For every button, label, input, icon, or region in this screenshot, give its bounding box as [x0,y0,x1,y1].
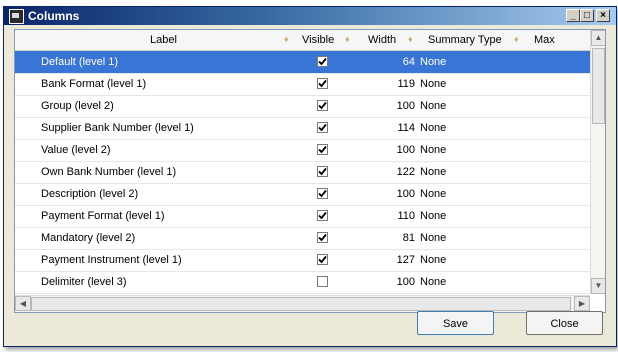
row-summary-type: None [420,144,447,156]
scroll-left-icon[interactable]: ◀ [15,296,31,311]
title-bar[interactable]: Columns _ □ × [4,7,616,25]
row-width: 100 [396,144,415,156]
row-width: 122 [396,166,415,178]
visible-checkbox[interactable] [317,188,328,199]
vertical-scrollbar[interactable]: ▲ ▼ [590,30,605,294]
table-row[interactable]: Supplier Bank Number (level 1) 114 None [15,117,590,140]
save-button[interactable]: Save [417,311,494,335]
app-icon [9,9,24,24]
table-row[interactable]: Value (level 2) 100 None [15,139,590,162]
visible-checkbox[interactable] [317,56,328,67]
column-header-width[interactable]: Width [368,30,396,50]
row-width: 100 [396,276,415,288]
visible-checkbox[interactable] [317,144,328,155]
table-row[interactable]: Payment Instrument (level 1) 127 None [15,249,590,272]
row-label: Bank Format (level 1) [41,78,147,90]
row-width: 114 [397,122,415,134]
row-summary-type: None [420,188,447,200]
row-width: 64 [402,56,415,68]
row-label: Group (level 2) [41,100,114,112]
column-header-summary-type[interactable]: Summary Type [428,30,502,50]
close-button[interactable]: Close [526,311,603,335]
row-label: Payment Instrument (level 1) [41,254,182,266]
column-header-label[interactable]: Label [150,30,177,50]
visible-checkbox[interactable] [317,210,328,221]
horizontal-scrollbar[interactable]: ◀ ▶ [15,295,590,312]
grid-header: Label ♦ Visible ♦ Width ♦ Summary Type ♦… [15,30,590,66]
visible-checkbox[interactable] [317,254,328,265]
row-width: 119 [397,78,415,90]
row-summary-type: None [420,122,447,134]
table-row[interactable]: Description (level 2) 100 None [15,183,590,206]
row-summary-type: None [420,210,447,222]
table-row[interactable]: Mandatory (level 2) 81 None [15,227,590,250]
row-label: Mandatory (level 2) [41,232,136,244]
close-window-button[interactable]: × [596,9,610,22]
columns-grid: Label ♦ Visible ♦ Width ♦ Summary Type ♦… [14,29,606,313]
maximize-button[interactable]: □ [580,9,594,22]
row-label: Default (level 1) [41,56,119,68]
row-label: Delimiter (level 3) [41,276,127,288]
column-header-visible[interactable]: Visible [302,30,334,50]
visible-checkbox[interactable] [317,276,328,287]
table-row[interactable]: Default (level 1) 64 None [15,51,590,74]
row-summary-type: None [420,166,447,178]
row-summary-type: None [420,100,447,112]
row-label: Payment Format (level 1) [41,210,165,222]
row-summary-type: None [420,276,447,288]
visible-checkbox[interactable] [317,100,328,111]
scroll-up-icon[interactable]: ▲ [591,30,605,46]
sort-icon[interactable]: ♦ [514,34,519,44]
table-row[interactable]: Payment Format (level 1) 110 None [15,205,590,228]
visible-checkbox[interactable] [317,232,328,243]
row-width: 110 [397,210,415,222]
window-title: Columns [28,9,80,23]
row-label: Supplier Bank Number (level 1) [41,122,194,134]
vertical-scroll-thumb[interactable] [592,48,605,124]
visible-checkbox[interactable] [317,122,328,133]
table-row[interactable]: Bank Format (level 1) 119 None [15,73,590,96]
row-summary-type: None [420,254,447,266]
row-summary-type: None [420,232,447,244]
row-label: Value (level 2) [41,144,111,156]
table-row[interactable]: Delimiter (level 3) 100 None [15,271,590,294]
row-width: 81 [402,232,415,244]
column-header-max-length[interactable]: Max Length [534,30,590,66]
sort-icon[interactable]: ♦ [345,34,350,44]
row-width: 127 [396,254,415,266]
visible-checkbox[interactable] [317,78,328,89]
row-width: 100 [396,100,415,112]
horizontal-scroll-thumb[interactable] [31,297,571,311]
row-summary-type: None [420,56,447,68]
row-width: 100 [396,188,415,200]
minimize-button[interactable]: _ [566,9,580,22]
row-summary-type: None [420,78,447,90]
row-label: Description (level 2) [41,188,139,200]
scroll-right-icon[interactable]: ▶ [574,296,590,311]
sort-icon[interactable]: ♦ [408,34,413,44]
sort-icon[interactable]: ♦ [284,34,289,44]
table-row[interactable]: Own Bank Number (level 1) 122 None [15,161,590,184]
table-row[interactable]: Group (level 2) 100 None [15,95,590,118]
row-label: Own Bank Number (level 1) [41,166,177,178]
scroll-down-icon[interactable]: ▼ [591,278,605,294]
visible-checkbox[interactable] [317,166,328,177]
columns-dialog: Columns _ □ × Label ♦ Visible ♦ Width ♦ … [3,6,617,347]
